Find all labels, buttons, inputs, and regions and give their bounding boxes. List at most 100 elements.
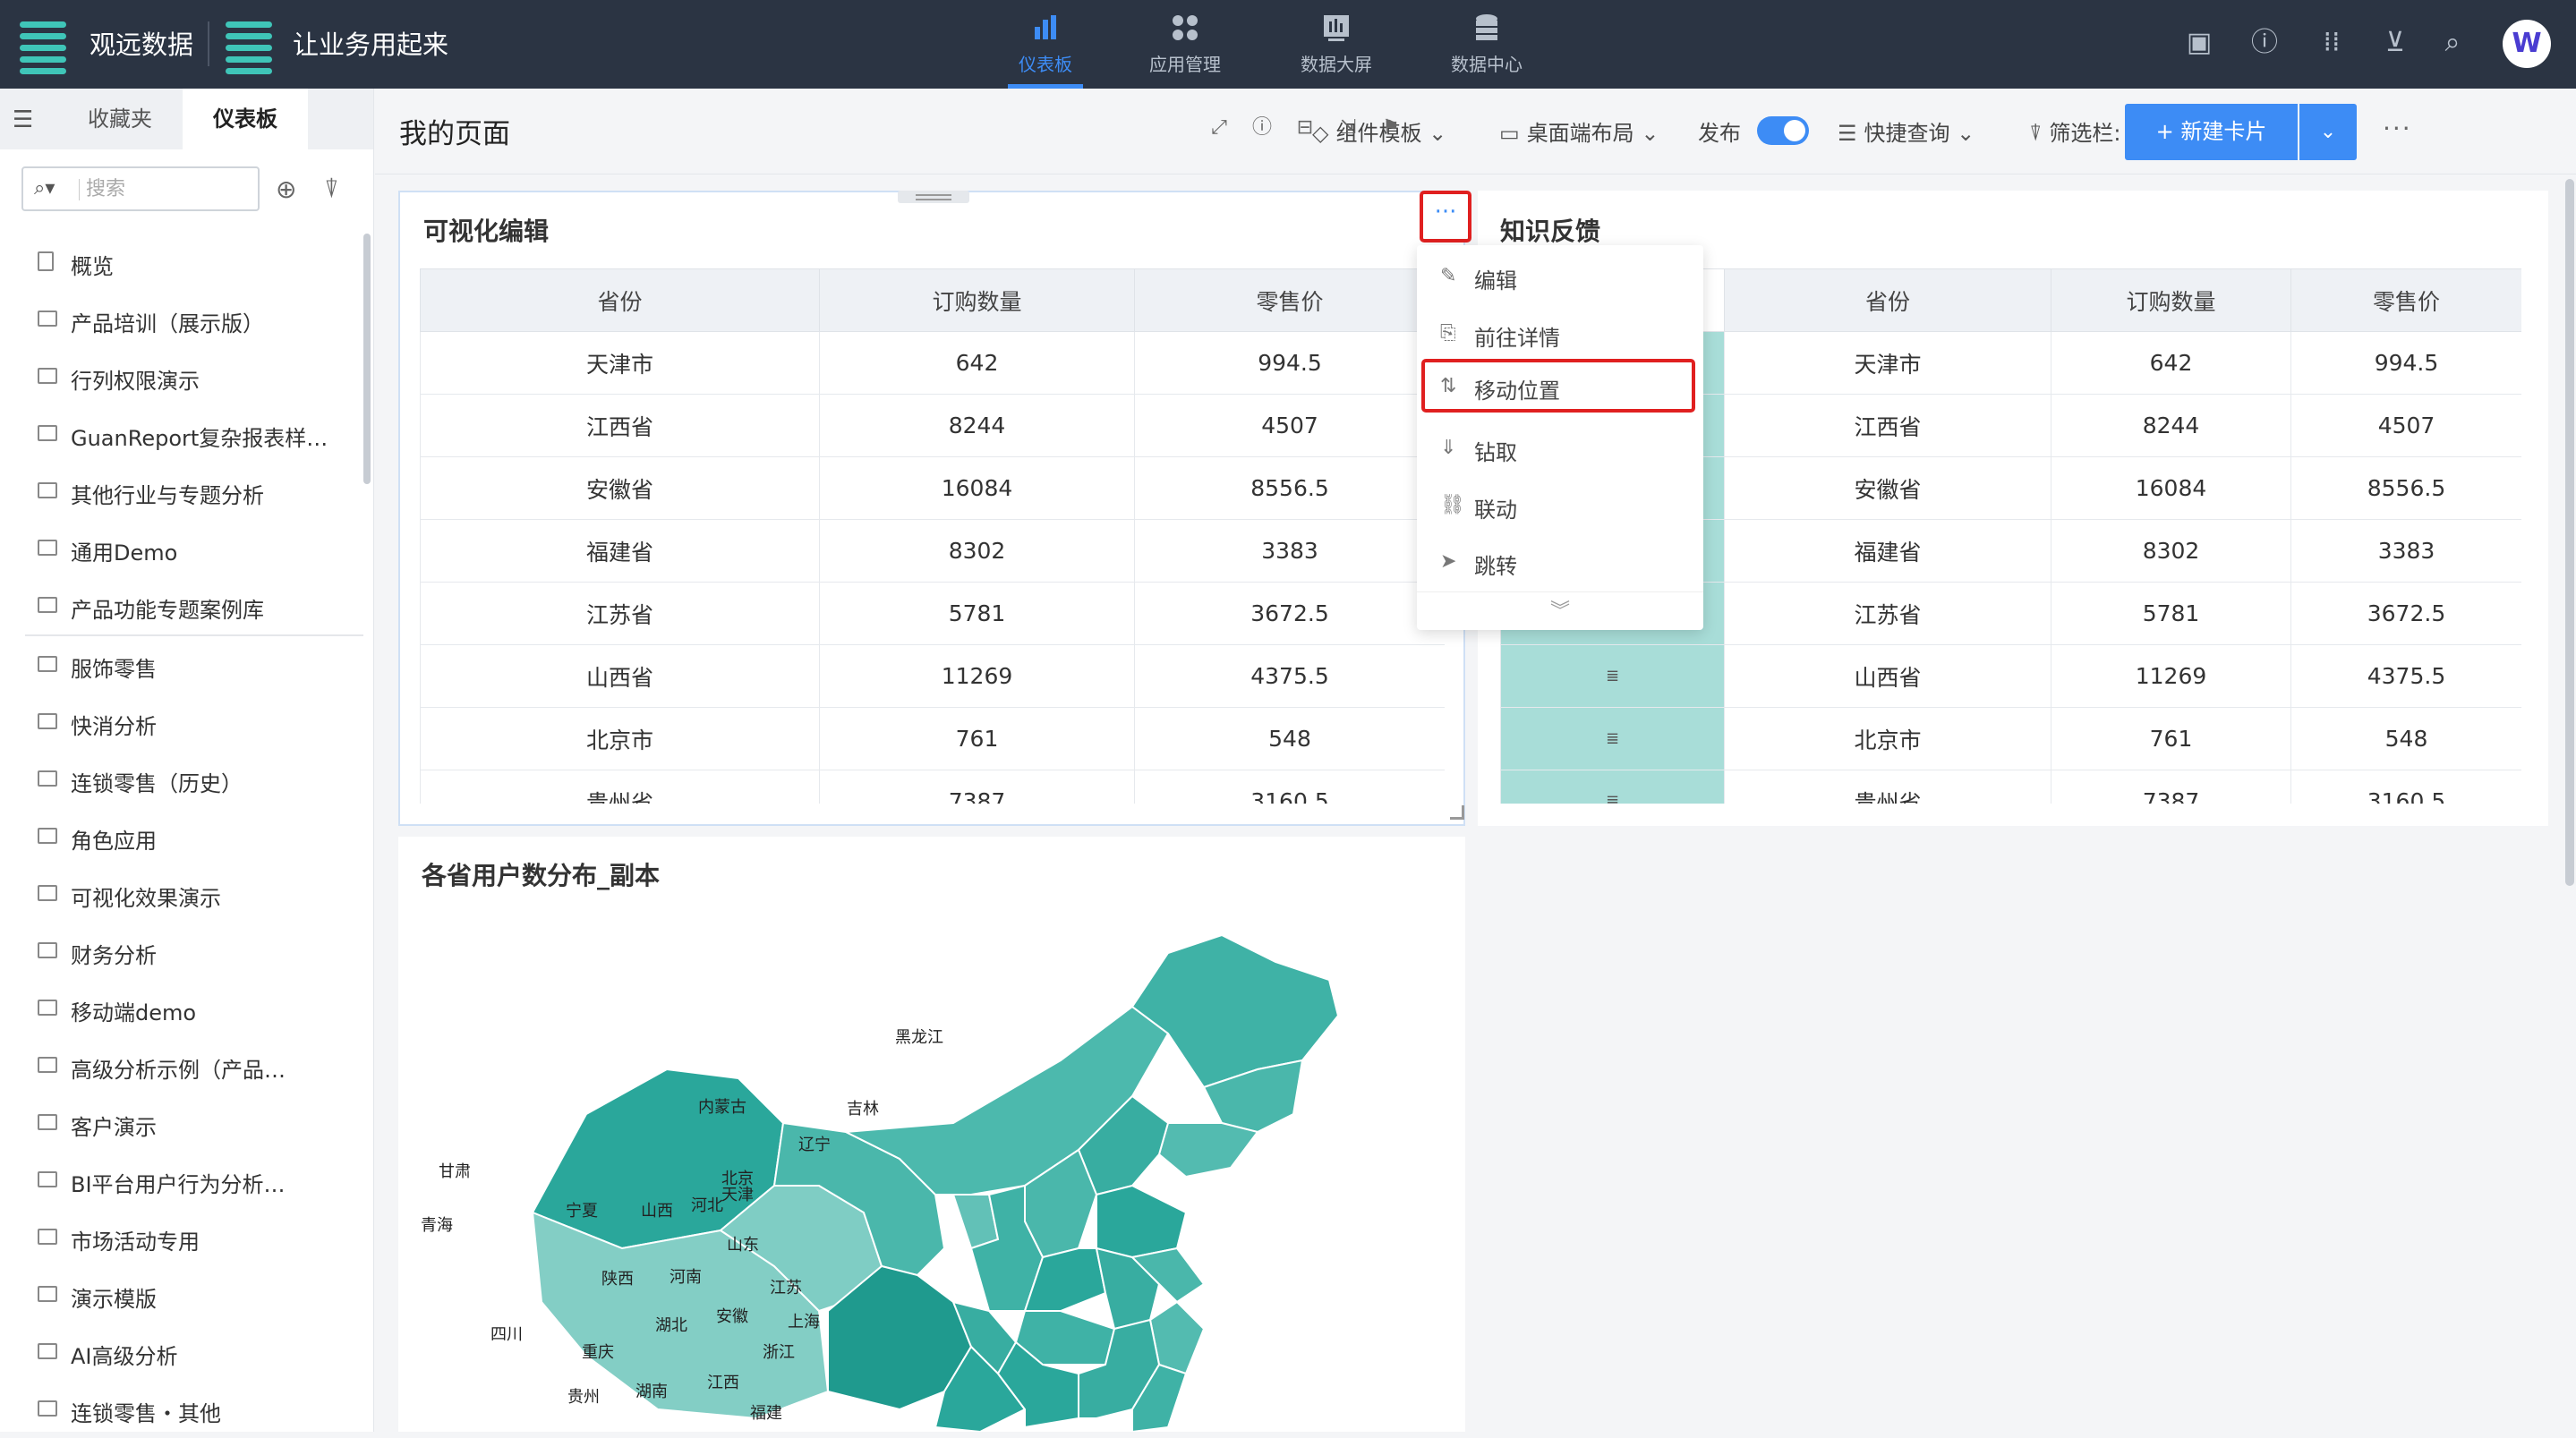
province-heilongjiang[interactable] — [1130, 933, 1340, 1089]
sidebar-item-label: 高级分析示例（产品… — [71, 1058, 286, 1083]
menu-item[interactable]: ⇓ 钻取 — [1417, 421, 1703, 474]
sidebar-item[interactable]: 可视化效果演示 — [0, 865, 363, 923]
info-icon[interactable]: ⓘ — [1250, 115, 1275, 140]
sidebar-item[interactable]: 行列权限演示 — [0, 348, 363, 405]
menu-item[interactable]: ⛓ 联动 — [1417, 478, 1703, 532]
sidebar-item[interactable]: 客户演示 — [0, 1094, 363, 1152]
inbox-icon[interactable]: ⊻ — [2379, 27, 2411, 59]
filter-icon[interactable]: ⍒ — [324, 174, 339, 205]
map-label: 江西 — [707, 1374, 739, 1392]
page-title: 我的页面 — [399, 118, 510, 150]
sidebar-item[interactable]: 演示模版 — [0, 1266, 363, 1323]
sidebar-item[interactable]: GuanReport复杂报表样… — [0, 405, 363, 463]
comment-icon[interactable]: ≣ — [1500, 770, 1725, 804]
sidebar-item[interactable]: 通用Demo — [0, 520, 363, 577]
nav-tab-app-management[interactable]: 应用管理 — [1131, 7, 1239, 89]
search-input[interactable] — [86, 174, 247, 204]
sidebar-scrollbar[interactable] — [363, 234, 371, 484]
sidebar-item[interactable]: 连锁零售（历史） — [0, 751, 363, 808]
table-row[interactable]: ≣ 山西省 11269 4375.5 — [1500, 644, 2521, 708]
comment-icon[interactable]: ≣ — [1500, 644, 1725, 708]
avatar[interactable]: W — [2503, 20, 2551, 68]
nav-tab-data-center[interactable]: 数据中心 — [1433, 7, 1540, 89]
sidebar-item[interactable]: 其他行业与专题分析 — [0, 463, 363, 520]
apps-grid-icon[interactable]: ⁞⁞ — [2316, 27, 2348, 59]
column-header[interactable]: 省份 — [420, 268, 820, 332]
tab-favorites[interactable]: 收藏夹 — [57, 89, 183, 149]
table-cell: 江西省 — [1724, 394, 2051, 457]
search-icon[interactable]: ⌕ — [2436, 27, 2469, 59]
page-header: 我的页面 ◇组件模板 ⌄ ▭桌面端布局 ⌄ 发布 ☰快捷查询 ⌄ ⍒筛选栏: ⊙… — [375, 89, 2576, 174]
screen-icon[interactable]: ▣ — [2183, 27, 2215, 59]
table-row[interactable]: 江西省 8244 4507 — [420, 394, 1445, 457]
column-header[interactable]: 零售价 — [2290, 268, 2521, 332]
layout-dropdown[interactable]: ▭ 桌面端布局 ⌄ — [1499, 115, 1666, 147]
more-options-icon[interactable]: ··· — [2383, 114, 2412, 143]
tab-dashboards[interactable]: 仪表板 — [183, 89, 308, 149]
sidebar-search[interactable]: ⌕▾ — [21, 166, 260, 211]
sidebar-item-label: 财务分析 — [71, 943, 157, 968]
menu-item[interactable]: ⎘ 前往详情 — [1417, 306, 1703, 360]
province-shandong[interactable] — [1096, 1184, 1188, 1259]
table-cell: 3672.5 — [1134, 582, 1445, 645]
sidebar-item[interactable]: 财务分析 — [0, 923, 363, 980]
sidebar-item[interactable]: BI平台用户行为分析… — [0, 1152, 363, 1209]
table-row[interactable]: 江苏省 5781 3672.5 — [420, 582, 1445, 645]
card-province-map[interactable]: 各省用户数分布_副本 新疆西藏 — [398, 837, 1465, 1432]
menu-item[interactable]: ⇅ 移动位置 — [1421, 359, 1695, 413]
new-card-button[interactable]: + 新建卡片 — [2125, 104, 2298, 160]
sidebar-item[interactable]: 产品培训（展示版） — [0, 291, 363, 348]
sidebar-item[interactable]: 角色应用 — [0, 808, 363, 865]
collapse-sidebar-icon[interactable]: ☰ — [13, 106, 33, 133]
column-header[interactable]: 省份 — [1724, 268, 2051, 332]
new-card-dropdown[interactable]: ⌄ — [2299, 104, 2357, 160]
comment-icon[interactable]: ≣ — [1500, 707, 1725, 770]
column-header[interactable]: 订购数量 — [2051, 268, 2291, 332]
drag-handle[interactable] — [898, 191, 969, 203]
table-row[interactable]: 安徽省 16084 8556.5 — [420, 456, 1445, 520]
layout-icon[interactable]: ⊟ — [1292, 115, 1318, 140]
page-scrollbar[interactable] — [2565, 179, 2574, 886]
table-row[interactable]: 贵州省 7387 3160.5 — [420, 770, 1445, 804]
sidebar-item[interactable]: 快消分析 — [0, 693, 363, 751]
table-row[interactable]: 北京市 761 548 — [420, 707, 1445, 770]
import-icon[interactable]: ⇲ — [1335, 115, 1361, 140]
sidebar-item-label: 行列权限演示 — [71, 369, 200, 394]
column-header[interactable]: 订购数量 — [819, 268, 1135, 332]
table-row[interactable]: ≣ 北京市 761 548 — [1500, 707, 2521, 770]
quick-query-button[interactable]: ☰ 快捷查询 ⌄ — [1838, 115, 1982, 147]
sidebar-item[interactable]: 市场活动专用 — [0, 1209, 363, 1266]
sidebar-item[interactable]: 移动端demo — [0, 980, 363, 1037]
show-more-icon[interactable]: ︾ — [1417, 591, 1703, 630]
add-icon[interactable]: ⊕ — [276, 174, 296, 204]
sidebar-item[interactable]: 服饰零售 — [0, 636, 363, 693]
table-row[interactable]: 天津市 642 994.5 — [420, 331, 1445, 395]
fullscreen-icon[interactable]: ⤢ — [1207, 115, 1232, 140]
nav-tab-data-screen[interactable]: 数据大屏 — [1283, 7, 1390, 89]
resize-handle[interactable] — [1450, 805, 1464, 820]
publish-toggle[interactable] — [1757, 116, 1809, 145]
sidebar-item[interactable]: 连锁零售・其他 — [0, 1381, 363, 1438]
china-map[interactable]: 新疆西藏青海甘肃内蒙古黑龙江吉林辽宁北京天津河北山西宁夏陕西山东河南江苏安徽上海… — [398, 890, 1465, 1432]
sidebar-item[interactable]: AI高级分析 — [0, 1323, 363, 1381]
sidebar-item-label: 通用Demo — [71, 540, 178, 566]
folder-icon — [38, 482, 57, 498]
province-liaoning[interactable] — [1157, 1122, 1259, 1178]
menu-logo-icon[interactable] — [20, 16, 66, 74]
sidebar-item-label: 可视化效果演示 — [71, 886, 221, 911]
card-more-button[interactable]: ··· — [1420, 191, 1471, 243]
table-row[interactable]: 山西省 11269 4375.5 — [420, 644, 1445, 708]
table-cell: 江苏省 — [1724, 582, 2051, 645]
table-row[interactable]: 福建省 8302 3383 — [420, 519, 1445, 583]
help-icon[interactable]: ⓘ — [2248, 27, 2281, 59]
sidebar-item-label: 移动端demo — [71, 1000, 197, 1025]
menu-item[interactable]: ✎ 编辑 — [1417, 249, 1703, 302]
sidebar-item[interactable]: 高级分析示例（产品… — [0, 1037, 363, 1094]
sidebar-item[interactable]: 概览 — [0, 234, 363, 291]
nav-tab-dashboard[interactable]: 仪表板 — [992, 7, 1099, 89]
menu-item[interactable]: ➤ 跳转 — [1417, 534, 1703, 588]
sidebar-item[interactable]: 产品功能专题案例库 — [0, 577, 363, 634]
format-painter-icon[interactable]: ⚑ — [1378, 115, 1403, 140]
column-header[interactable]: 零售价 — [1134, 268, 1445, 332]
table-row[interactable]: ≣ 贵州省 7387 3160.5 — [1500, 770, 2521, 804]
